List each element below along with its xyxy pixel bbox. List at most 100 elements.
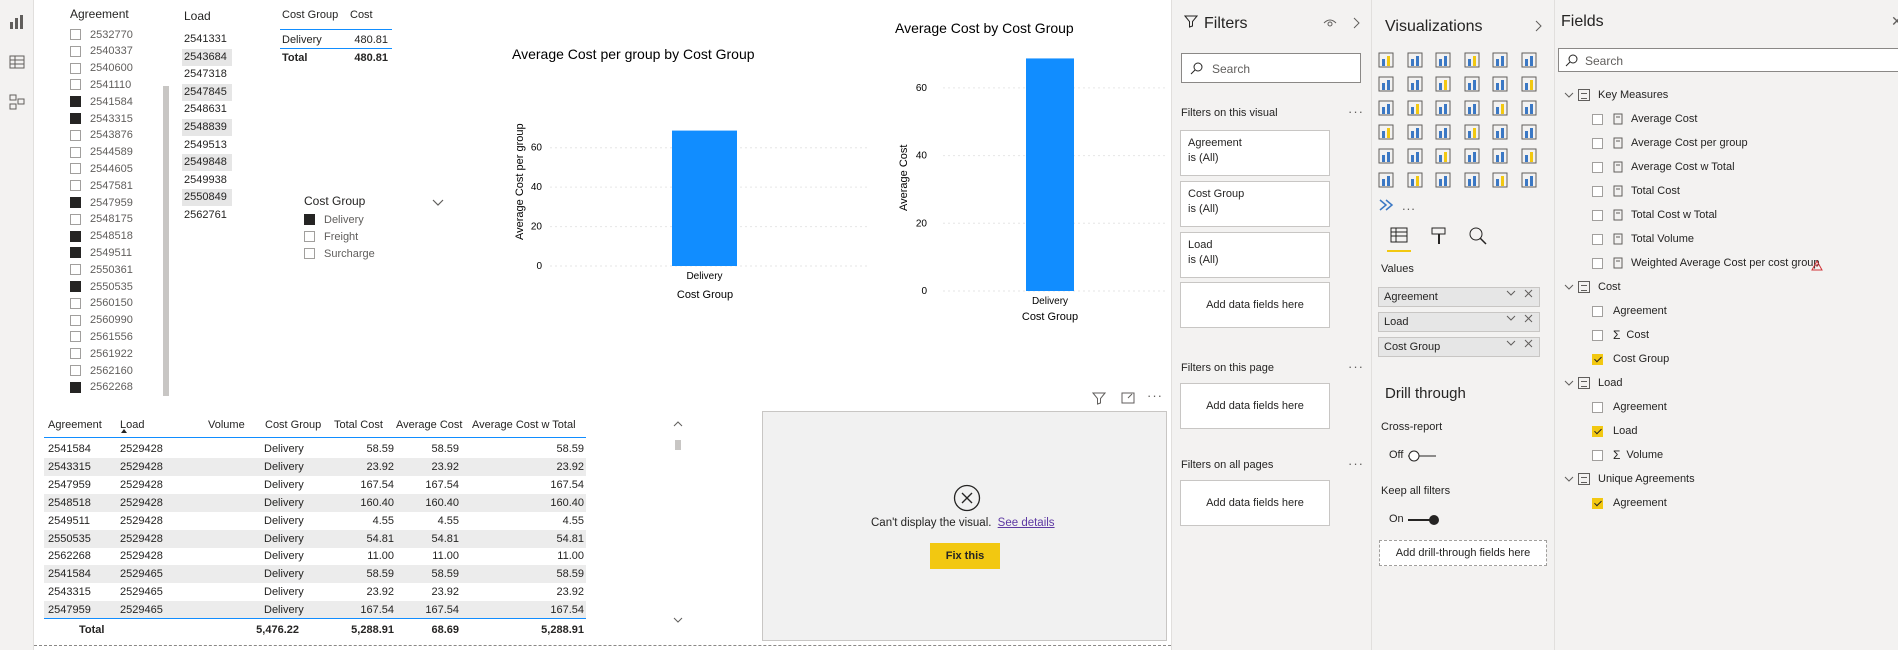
add-page-filter-field[interactable]: Add data fields here	[1180, 383, 1330, 429]
agreement-slicer-item[interactable]: 2540337	[70, 43, 133, 60]
agreement-checkbox[interactable]	[70, 113, 81, 124]
agreement-slicer-item[interactable]: 2549511	[70, 244, 132, 261]
agreement-slicer-item[interactable]: 2547959	[70, 194, 133, 211]
agreement-slicer-item[interactable]: 2561556	[70, 328, 133, 345]
field-item[interactable]: Agreement	[1592, 494, 1667, 512]
visual-type-icon[interactable]	[1407, 100, 1423, 116]
data-view-icon[interactable]	[6, 52, 28, 72]
field-checkbox[interactable]	[1592, 257, 1603, 269]
visual-type-icon[interactable]	[1378, 124, 1394, 140]
load-item[interactable]: 2543684	[182, 48, 232, 66]
agreement-checkbox[interactable]	[70, 230, 81, 242]
cost-group-item[interactable]: Delivery	[304, 211, 364, 228]
filters-visual-more-icon[interactable]: ···	[1348, 104, 1364, 119]
table-row[interactable]: 2549511 2529428 Delivery 4.55 4.55 4.55	[44, 512, 586, 530]
chevron-down-icon[interactable]	[1505, 313, 1535, 325]
filters-all-more-icon[interactable]: ···	[1348, 456, 1364, 471]
fields-search-box[interactable]: Search	[1558, 48, 1898, 72]
field-checkbox[interactable]	[1592, 137, 1603, 149]
field-item[interactable]: Average Cost	[1592, 110, 1697, 128]
agreement-checkbox[interactable]	[70, 197, 81, 208]
table-row[interactable]: 2541584 2529465 Delivery 58.59 58.59 58.59	[44, 565, 586, 584]
agreement-checkbox[interactable]	[70, 96, 81, 108]
visual-type-icon[interactable]	[1521, 172, 1537, 188]
agreement-checkbox[interactable]	[70, 281, 81, 292]
agreement-checkbox[interactable]	[70, 146, 81, 158]
detail-table-header[interactable]: Average Cost w Total	[472, 419, 576, 431]
field-checkbox[interactable]	[1592, 305, 1603, 317]
field-checkbox[interactable]	[1592, 233, 1603, 245]
visual-type-icon[interactable]	[1464, 172, 1480, 188]
agreement-checkbox[interactable]	[70, 163, 81, 175]
agreement-checkbox[interactable]	[70, 297, 81, 309]
field-item[interactable]: Load	[1592, 422, 1637, 440]
field-checkbox[interactable]	[1592, 329, 1603, 341]
visual-type-icon[interactable]	[1407, 124, 1423, 140]
agreement-checkbox[interactable]	[70, 129, 81, 141]
agreement-slicer-item[interactable]: 2561922	[70, 345, 133, 362]
field-item[interactable]: Agreement	[1592, 398, 1667, 416]
detail-table-header[interactable]: Agreement	[48, 419, 102, 431]
visual-type-icon[interactable]	[1464, 124, 1480, 140]
field-item[interactable]: Total Cost w Total	[1592, 206, 1717, 224]
load-item[interactable]: 2547318	[182, 66, 232, 83]
visual-type-icon[interactable]	[1492, 76, 1508, 92]
analytics-magnifier-icon[interactable]	[1468, 226, 1488, 251]
agreement-slicer-item[interactable]: 2532770	[70, 26, 133, 43]
cross-report-toggle[interactable]	[1408, 449, 1442, 467]
field-table[interactable]: Load	[1564, 374, 1622, 392]
load-item[interactable]: 2549938	[182, 172, 232, 189]
add-all-pages-filter-field[interactable]: Add data fields here	[1180, 480, 1330, 526]
agreement-slicer-item[interactable]: 2540600	[70, 60, 133, 77]
visual-type-icon[interactable]	[1464, 52, 1480, 68]
collapse-visualizations-icon[interactable]	[1534, 19, 1542, 37]
chevron-down-icon[interactable]	[1505, 288, 1535, 300]
detail-table-header[interactable]: Average Cost	[396, 419, 462, 431]
visual-type-icon[interactable]	[1464, 100, 1480, 116]
visual-type-icon[interactable]	[1464, 148, 1480, 164]
visual-type-icon[interactable]	[1464, 76, 1480, 92]
value-well-item[interactable]: Cost Group	[1378, 337, 1540, 357]
visual-type-icon[interactable]	[1492, 148, 1508, 164]
filters-page-more-icon[interactable]: ···	[1348, 359, 1364, 374]
agreement-slicer-item[interactable]: 2544605	[70, 160, 133, 177]
eye-icon[interactable]	[1323, 16, 1337, 34]
chart-avg-cost-per-group[interactable]: Average Cost per group by Cost Group 0 20…	[500, 40, 880, 310]
sort-ascending-icon[interactable]	[121, 429, 127, 433]
field-checkbox[interactable]	[1592, 161, 1603, 173]
more-visuals-icon[interactable]: ...	[1402, 198, 1416, 213]
agreement-slicer-item[interactable]: 2560990	[70, 312, 133, 329]
detail-table-header[interactable]: Cost Group	[265, 419, 321, 431]
fields-search-input[interactable]: Search	[1585, 54, 1623, 68]
filters-search-input[interactable]: Search	[1212, 62, 1250, 76]
load-item[interactable]: 2548631	[182, 101, 232, 118]
field-item[interactable]: Agreement	[1592, 302, 1667, 320]
visual-type-icon[interactable]	[1521, 76, 1537, 92]
cost-group-item[interactable]: Freight	[304, 228, 358, 245]
chevron-down-icon[interactable]	[1564, 282, 1574, 292]
chevron-down-icon[interactable]	[432, 194, 444, 212]
visual-type-icon[interactable]	[1492, 52, 1508, 68]
cost-group-checkbox[interactable]	[304, 248, 315, 259]
visual-type-icon[interactable]	[1435, 148, 1451, 164]
field-table[interactable]: Unique Agreements	[1564, 470, 1695, 488]
field-table[interactable]: Cost	[1564, 278, 1621, 296]
field-checkbox[interactable]	[1592, 113, 1603, 125]
visual-type-icon[interactable]	[1521, 124, 1537, 140]
field-item[interactable]: Cost Group	[1592, 350, 1669, 368]
more-options-icon[interactable]: ···	[1147, 388, 1163, 403]
table-row[interactable]: 2550535 2529428 Delivery 54.81 54.81 54.81	[44, 529, 586, 548]
add-drill-through-field[interactable]: Add drill-through fields here	[1379, 540, 1547, 566]
agreement-slicer-item[interactable]: 2560150	[70, 295, 133, 312]
filter-card[interactable]: Load is (All)	[1180, 232, 1330, 278]
load-item[interactable]: 2547845	[182, 83, 232, 101]
bar[interactable]	[672, 130, 737, 266]
visual-type-icon[interactable]	[1492, 124, 1508, 140]
chevron-down-icon[interactable]	[1564, 378, 1574, 388]
cost-group-checkbox[interactable]	[304, 214, 315, 225]
visual-type-icon[interactable]	[1407, 172, 1423, 188]
agreement-checkbox[interactable]	[70, 29, 81, 40]
visual-type-icon[interactable]	[1407, 76, 1423, 92]
visual-type-icon[interactable]	[1521, 100, 1537, 116]
focus-mode-icon[interactable]	[1121, 391, 1135, 410]
